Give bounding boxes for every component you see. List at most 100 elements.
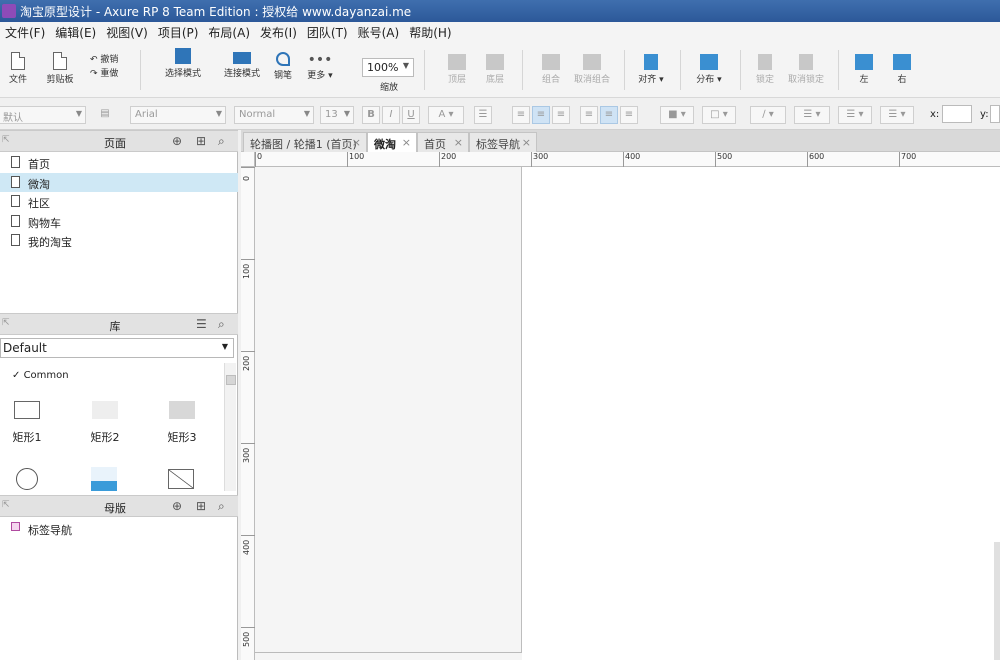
page-icon	[11, 176, 20, 188]
menu-project[interactable]: 项目(P)	[153, 24, 204, 41]
clipboard-button[interactable]: 剪贴板	[40, 52, 80, 85]
library-section-common[interactable]: ✓ Common	[12, 370, 69, 381]
widget-rect1[interactable]: 矩形1	[7, 401, 47, 445]
page-item-home[interactable]: 首页	[0, 153, 238, 172]
add-folder-icon[interactable]: ⊞	[196, 134, 206, 148]
page-item-cart[interactable]: 购物车	[0, 212, 238, 231]
tab-home[interactable]: 首页 ×	[417, 132, 469, 152]
arrow-style-icon: ☰ ▾	[888, 109, 906, 120]
widget-label: 矩形2	[90, 431, 120, 444]
menu-team[interactable]: 团队(T)	[302, 24, 353, 41]
valign-middle-icon[interactable]: ≡	[600, 106, 618, 124]
fill-color-button[interactable]: ■ ▾	[660, 106, 694, 124]
dock-right-button[interactable]: 右	[890, 54, 914, 85]
bring-top-button[interactable]: 顶层	[440, 54, 474, 85]
distribute-button[interactable]: 分布 ▾	[692, 54, 726, 85]
widget-label: 矩形1	[12, 431, 42, 444]
arrow-style-button[interactable]: ☰ ▾	[880, 106, 914, 124]
close-icon[interactable]: ×	[522, 136, 531, 149]
menu-icon[interactable]: ☰	[196, 317, 207, 331]
menu-layout[interactable]: 布局(A)	[203, 24, 255, 41]
line-width-button[interactable]: ☰ ▾	[794, 106, 830, 124]
style-editor-icon[interactable]: ▤	[96, 106, 114, 124]
line-color-button[interactable]: ∕ ▾	[750, 106, 786, 124]
select-mode-button[interactable]: 选择模式	[154, 48, 212, 79]
close-icon[interactable]: ×	[454, 136, 463, 149]
redo-button[interactable]: ↷ 重做	[90, 66, 130, 79]
ungroup-button[interactable]: 取消组合	[570, 54, 614, 85]
font-select[interactable]: Arial ▼	[130, 106, 226, 124]
y-input[interactable]	[990, 105, 1000, 123]
canvas-scrollbar[interactable]	[994, 542, 1000, 660]
x-input[interactable]	[942, 105, 972, 123]
search-icon[interactable]: ⌕	[218, 134, 225, 149]
search-icon[interactable]: ⌕	[218, 499, 225, 514]
valign-bottom-icon[interactable]: ≡	[620, 106, 638, 124]
page-item-community[interactable]: 社区	[0, 192, 238, 211]
scrollbar-thumb[interactable]	[226, 375, 236, 385]
master-item-tab-nav[interactable]: 标签导航	[0, 519, 238, 538]
library-scrollbar[interactable]	[224, 363, 236, 491]
tab-tab-nav[interactable]: 标签导航 ×	[469, 132, 537, 152]
style-select[interactable]: 默认 ▼	[0, 106, 86, 124]
send-bottom-button[interactable]: 底层	[478, 54, 512, 85]
file-button[interactable]: 文件	[0, 52, 36, 85]
menu-account[interactable]: 账号(A)	[353, 24, 405, 41]
line-style-button[interactable]: ☰ ▾	[838, 106, 872, 124]
main-toolbar: 文件 剪贴板 ↶ 撤销 ↷ 重做 选择模式 连接模式 钢笔 ••• 更多 ▾ 1…	[0, 42, 1000, 98]
search-icon[interactable]: ⌕	[218, 317, 225, 332]
group-button[interactable]: 组合	[534, 54, 568, 85]
lock-button[interactable]: 锁定	[750, 54, 780, 85]
bold-button[interactable]: B	[362, 106, 380, 124]
pen-button[interactable]: 钢笔	[268, 52, 298, 81]
connect-mode-button[interactable]: 连接模式	[220, 52, 264, 79]
close-icon[interactable]: ×	[402, 136, 411, 149]
italic-button[interactable]: I	[382, 106, 400, 124]
dock-left-icon	[855, 54, 873, 70]
valign-top-icon[interactable]: ≡	[580, 106, 598, 124]
bullet-list-icon[interactable]: ☰	[474, 106, 492, 124]
underline-button[interactable]: U	[402, 106, 420, 124]
page-item-weitao[interactable]: 微淘	[0, 173, 238, 192]
more-button[interactable]: ••• 更多 ▾	[302, 53, 338, 81]
align-text-center-icon[interactable]: ≡	[532, 106, 550, 124]
library-select[interactable]: Default ▼	[0, 338, 234, 358]
menu-view[interactable]: 视图(V)	[101, 24, 153, 41]
zoom-select[interactable]: 100% ▼	[362, 58, 414, 77]
design-canvas[interactable]	[255, 167, 1000, 660]
tab-weitao[interactable]: 微淘 ×	[367, 132, 417, 152]
menu-help[interactable]: 帮助(H)	[404, 24, 456, 41]
tab-carousel[interactable]: 轮播图 / 轮播1 (首页) ×	[243, 132, 367, 152]
menu-edit[interactable]: 编辑(E)	[50, 24, 101, 41]
ungroup-icon	[583, 54, 601, 70]
add-page-icon[interactable]: ⊕	[172, 134, 182, 148]
page-item-my-taobao[interactable]: 我的淘宝	[0, 231, 238, 250]
menu-file[interactable]: 文件(F)	[0, 24, 50, 41]
shadow-button[interactable]: □ ▾	[702, 106, 736, 124]
align-button[interactable]: 对齐 ▾	[634, 54, 668, 85]
font-size-select[interactable]: 13 ▼	[320, 106, 354, 124]
menu-publish[interactable]: 发布(I)	[255, 24, 302, 41]
add-master-icon[interactable]: ⊕	[172, 499, 182, 513]
align-text-right-icon[interactable]: ≡	[552, 106, 570, 124]
dock-left-button[interactable]: 左	[852, 54, 876, 85]
undo-button[interactable]: ↶ 撤销	[90, 52, 130, 65]
align-text-left-icon[interactable]: ≡	[512, 106, 530, 124]
chevron-down-icon: ✓	[12, 370, 21, 381]
shadow-icon: □ ▾	[710, 109, 728, 120]
close-icon[interactable]: ×	[352, 136, 361, 149]
placeholder-widget-icon[interactable]	[168, 469, 194, 489]
add-folder-icon[interactable]: ⊞	[196, 499, 206, 513]
page-label: 微淘	[28, 178, 50, 191]
widget-rect2[interactable]: 矩形2	[85, 401, 125, 445]
unlock-button[interactable]: 取消锁定	[786, 54, 826, 85]
rectangle-icon	[92, 401, 118, 419]
widget-rect3[interactable]: 矩形3	[162, 401, 202, 445]
widget-label: 矩形3	[167, 431, 197, 444]
page-artboard[interactable]	[255, 167, 522, 660]
image-widget-icon[interactable]	[91, 467, 117, 491]
font-weight-select[interactable]: Normal ▼	[234, 106, 314, 124]
ellipse-widget-icon[interactable]	[16, 468, 38, 490]
font-color-button[interactable]: A ▾	[428, 106, 464, 124]
left-panels: ⇱ 页面 ⊕ ⊞ ⌕ 首页 微淘 社区 购物车 我的淘宝 ⇱ 库 ☰ ⌕ Def…	[0, 130, 238, 660]
